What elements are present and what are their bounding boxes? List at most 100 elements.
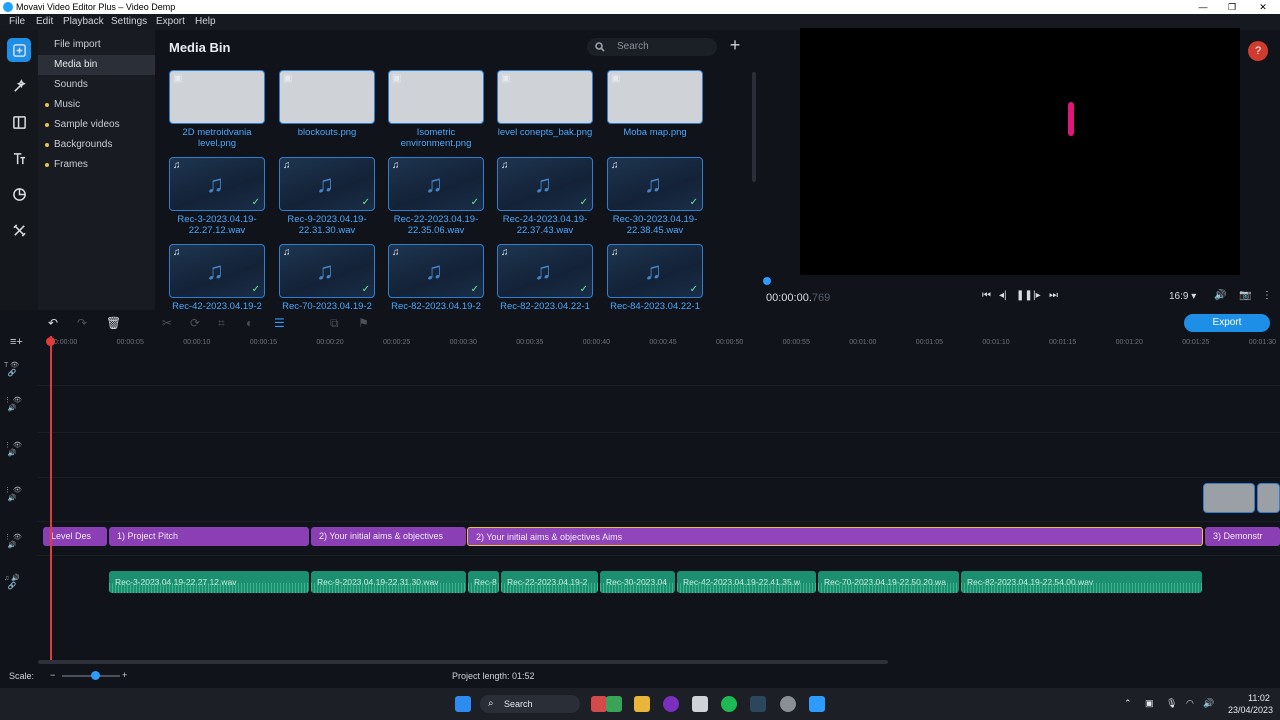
- audio-clip[interactable]: Rec-30-2023.04: [600, 571, 675, 593]
- snapshot-icon[interactable]: 📷: [1239, 290, 1251, 301]
- restore-icon[interactable]: ❐: [1225, 0, 1239, 14]
- import-icon[interactable]: [7, 38, 31, 62]
- track-title-controls-2[interactable]: ⋮ 👁 🔊: [4, 534, 22, 550]
- menu-export[interactable]: Export: [156, 14, 185, 30]
- media-tile[interactable]: ♫ ♫ ✓ Rec-70-2023.04.19-2: [279, 244, 375, 310]
- menu-file[interactable]: File: [9, 14, 25, 30]
- media-tile[interactable]: ▣ blockouts.png: [279, 70, 375, 139]
- delete-icon[interactable]: 🗑: [106, 316, 121, 330]
- media-tile[interactable]: ▣ 2D metroidvania level.png: [169, 70, 265, 149]
- time-ruler[interactable]: 00:00:00 00:00:05 00:00:10 00:00:15 00:00:20…: [38, 336, 1280, 350]
- zoom-out-icon[interactable]: −: [50, 670, 55, 680]
- audio-clip[interactable]: Rec-70-2023.04.19-22.50.20.wa: [818, 571, 959, 593]
- audio-clip[interactable]: Rec-3-2023.04.19-22.27.12.wav: [109, 571, 309, 593]
- undo-icon[interactable]: ↶: [48, 316, 58, 330]
- search-input[interactable]: Search: [587, 38, 717, 56]
- add-track-icon[interactable]: ≡+: [10, 336, 23, 348]
- scale-slider-handle[interactable]: [91, 671, 100, 680]
- step-forward-icon[interactable]: |▸: [1033, 290, 1041, 301]
- tray-chevron-icon[interactable]: ⌃: [1124, 698, 1132, 709]
- media-tile[interactable]: ♫ ♫ ✓ Rec-24-2023.04.19-22.37.43.wav: [497, 157, 593, 236]
- media-tile[interactable]: ♫ ♫ ✓ Rec-42-2023.04.19-2: [169, 244, 265, 310]
- steam-icon[interactable]: [750, 696, 766, 712]
- media-tile[interactable]: ▣ level conepts_bak.png: [497, 70, 593, 139]
- step-back-icon[interactable]: ◂|: [999, 290, 1007, 301]
- magic-icon[interactable]: [7, 74, 31, 98]
- media-tile[interactable]: ♫ ♫ ✓ Rec-30-2023.04.19-22.38.45.wav: [607, 157, 703, 236]
- crop-icon[interactable]: ⌗: [218, 316, 225, 331]
- taskbar-search[interactable]: ⌕ Search: [480, 695, 580, 713]
- skip-end-icon[interactable]: ⏭: [1049, 290, 1058, 301]
- titles-icon[interactable]: [7, 146, 31, 170]
- media-tile[interactable]: ▣ Moba map.png: [607, 70, 703, 139]
- audio-clip[interactable]: Rec-42-2023.04.19-22.41.35.w: [677, 571, 816, 593]
- app-icon-1[interactable]: [591, 696, 607, 712]
- sidebar-item-sounds[interactable]: Sounds: [38, 75, 155, 95]
- help-button[interactable]: ?: [1248, 41, 1268, 61]
- media-bin-scrollbar[interactable]: [752, 72, 756, 182]
- pause-icon[interactable]: ❚❚: [1016, 290, 1033, 301]
- menu-settings[interactable]: Settings: [111, 14, 147, 30]
- sidebar-item-sample-videos[interactable]: Sample videos: [38, 115, 155, 135]
- media-tile[interactable]: ♫ ♫ ✓ Rec-22-2023.04.19-22.35.06.wav: [388, 157, 484, 236]
- close-icon[interactable]: ✕: [1256, 0, 1270, 14]
- tray-app-icon[interactable]: ▣: [1145, 698, 1154, 709]
- track-title-controls[interactable]: T 👁 🔗: [4, 362, 19, 378]
- video-clip-thumb[interactable]: [1257, 483, 1280, 513]
- stickers-icon[interactable]: [7, 182, 31, 206]
- speaker-icon[interactable]: 🔊: [1203, 698, 1214, 709]
- media-tile[interactable]: ♫ ♫ ✓ Rec-82-2023.04.22-1: [497, 244, 593, 310]
- zoom-in-icon[interactable]: +: [122, 670, 127, 680]
- cut-icon[interactable]: ✂: [162, 316, 172, 330]
- overlay-icon[interactable]: ⧉: [330, 316, 339, 331]
- volume-icon[interactable]: 🔊: [1214, 290, 1226, 301]
- title-clip[interactable]: 3) Demonstr: [1205, 527, 1280, 546]
- audio-clip[interactable]: Rec-9-2023.04.19-22.31.30.wav: [311, 571, 466, 593]
- minimize-icon[interactable]: —: [1196, 0, 1210, 14]
- seek-handle[interactable]: [763, 277, 771, 285]
- redo-icon[interactable]: ↷: [77, 316, 87, 330]
- marker-icon[interactable]: ⚑: [358, 316, 369, 330]
- skip-start-icon[interactable]: ⏮: [982, 290, 991, 301]
- sidebar-item-backgrounds[interactable]: Backgrounds: [38, 135, 155, 155]
- timeline-scrollbar[interactable]: [38, 660, 888, 664]
- spotify-icon[interactable]: [721, 696, 737, 712]
- rotate-icon[interactable]: ⟳: [190, 316, 200, 330]
- file-explorer-icon[interactable]: [634, 696, 650, 712]
- microphone-icon[interactable]: 🎙: [1166, 698, 1177, 709]
- media-tile[interactable]: ♫ ♫ ✓ Rec-9-2023.04.19-22.31.30.wav: [279, 157, 375, 236]
- track-video-controls-3[interactable]: ⋮ 👁 🔊: [4, 487, 22, 503]
- app-icon-2[interactable]: [606, 696, 622, 712]
- media-tile[interactable]: ♫ ♫ ✓ Rec-82-2023.04.19-2: [388, 244, 484, 310]
- windows-start-icon[interactable]: [455, 696, 471, 712]
- more-icon[interactable]: ⋮: [1262, 290, 1272, 301]
- track-video-controls-1[interactable]: ⋮ 👁 🔊: [4, 397, 22, 413]
- aspect-ratio-select[interactable]: 16:9 ▾: [1169, 291, 1196, 302]
- app-icon-4[interactable]: [692, 696, 708, 712]
- title-clip[interactable]: Level Des: [43, 527, 107, 546]
- clip-properties-icon[interactable]: ☰: [274, 316, 285, 330]
- clock-time[interactable]: 11:02: [1248, 693, 1270, 703]
- track-video-controls-2[interactable]: ⋮ 👁 🔊: [4, 442, 22, 458]
- media-tile[interactable]: ♫ ♫ ✓ Rec-84-2023.04.22-1: [607, 244, 703, 310]
- audio-clip[interactable]: Rec-82-2023.04.19-22.54.00.wav: [961, 571, 1202, 593]
- color-adjust-icon[interactable]: ◐: [246, 316, 253, 330]
- export-button[interactable]: Export: [1184, 314, 1270, 332]
- transitions-icon[interactable]: [7, 110, 31, 134]
- track-audio-controls[interactable]: ♫ 🔊 🔗: [4, 575, 20, 591]
- app-icon-3[interactable]: [663, 696, 679, 712]
- add-media-button[interactable]: +: [727, 36, 743, 54]
- audio-clip[interactable]: Rec-22-2023.04.19-2: [501, 571, 598, 593]
- clock-date[interactable]: 23/04/2023: [1228, 705, 1273, 715]
- audio-clip[interactable]: Rec-8: [468, 571, 499, 593]
- title-clip-selected[interactable]: 2) Your initial aims & objectives Aims: [467, 527, 1203, 546]
- wifi-icon[interactable]: ◠: [1186, 698, 1194, 709]
- playhead-handle[interactable]: [46, 337, 55, 346]
- app-icon-5[interactable]: [780, 696, 796, 712]
- menu-edit[interactable]: Edit: [36, 14, 53, 30]
- tools-icon[interactable]: [7, 218, 31, 242]
- title-clip[interactable]: 2) Your initial aims & objectives: [311, 527, 466, 546]
- video-clip-thumb[interactable]: [1203, 483, 1255, 513]
- sidebar-item-file-import[interactable]: File import: [38, 35, 155, 55]
- title-clip[interactable]: 1) Project Pitch: [109, 527, 309, 546]
